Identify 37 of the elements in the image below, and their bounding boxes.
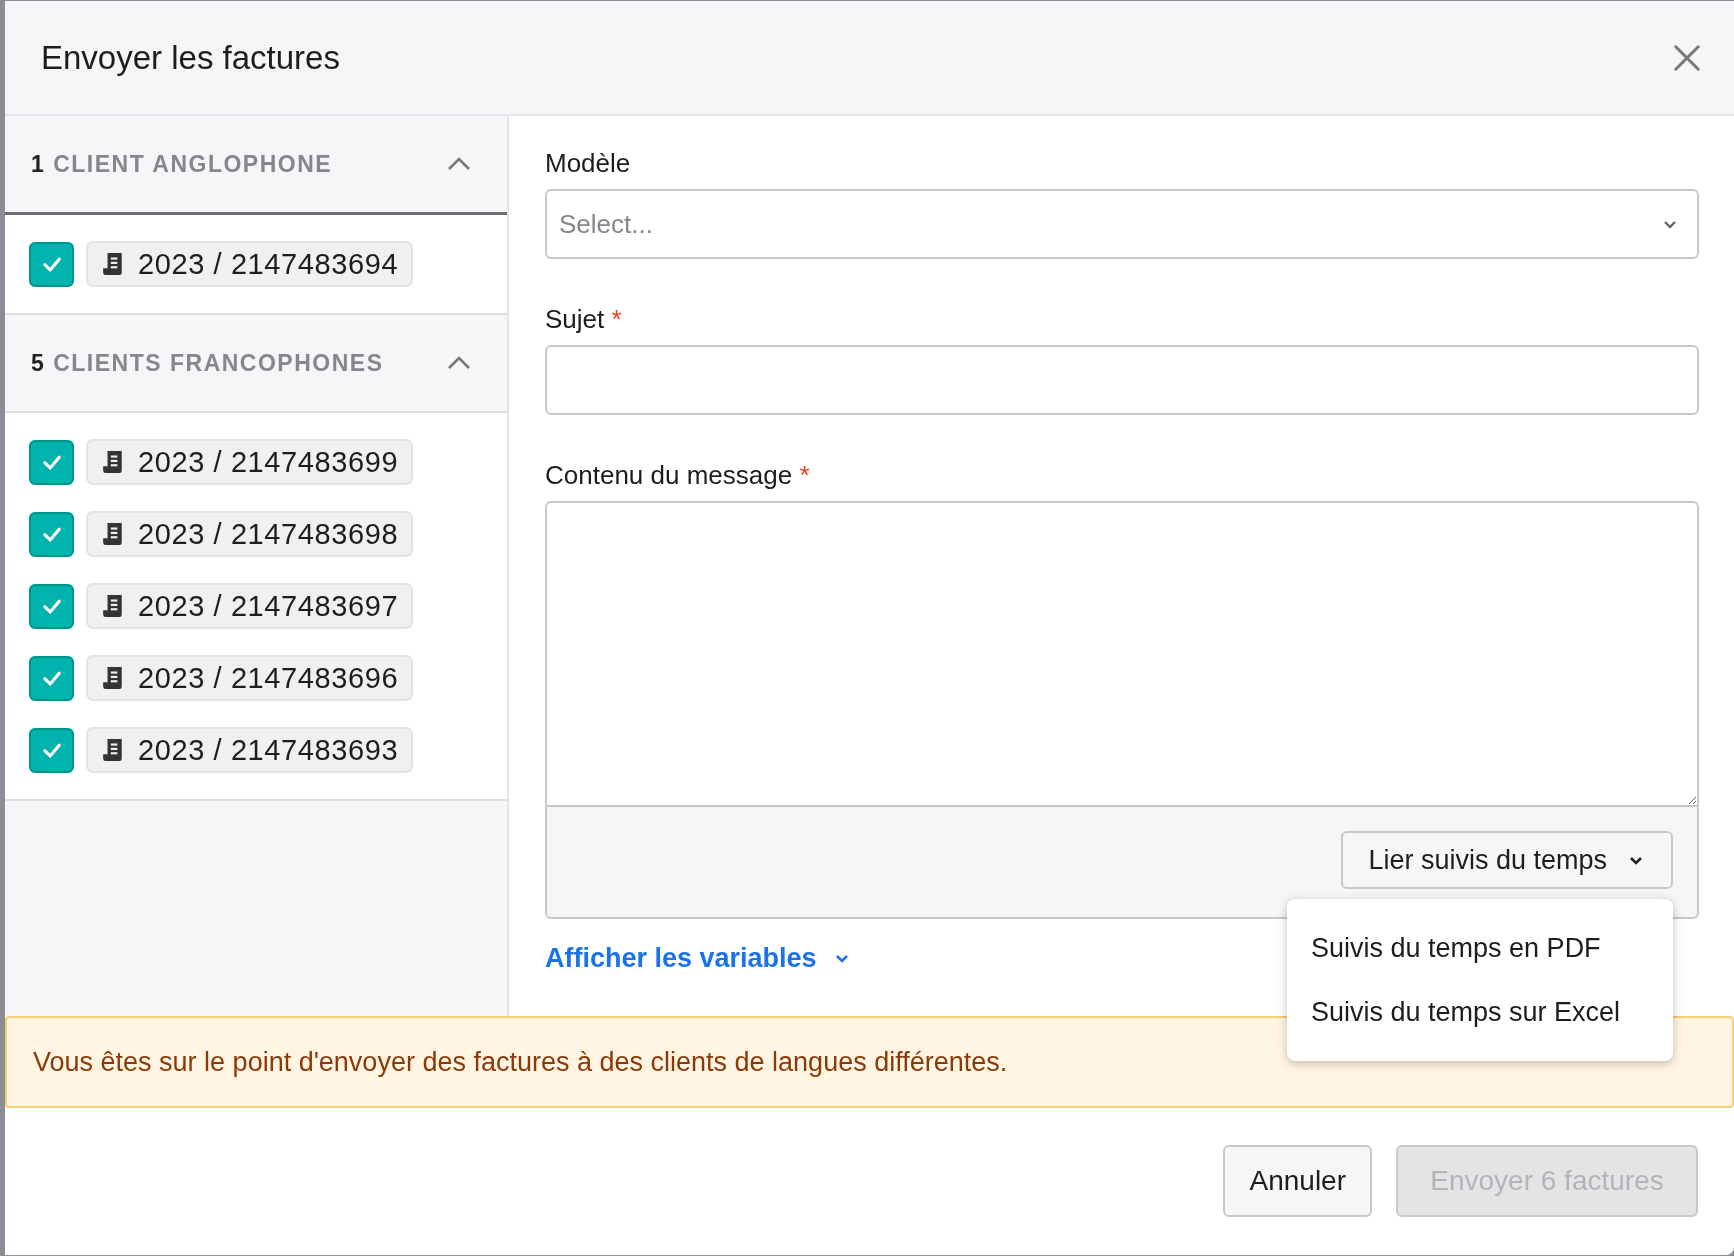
- checkbox[interactable]: [29, 727, 74, 773]
- field-label: Modèle: [545, 148, 632, 179]
- checkbox[interactable]: [29, 241, 74, 287]
- template-select[interactable]: Select...: [545, 189, 1699, 259]
- invoice-tag[interactable]: 2023 / 2147483699: [86, 439, 414, 485]
- chevron-up-icon: [447, 356, 471, 370]
- document-icon: [102, 666, 124, 690]
- invoice-tag[interactable]: 2023 / 2147483696: [86, 655, 414, 701]
- chevron-down-icon: [1663, 219, 1677, 229]
- invoice-tag[interactable]: 2023 / 2147483693: [86, 727, 414, 773]
- document-icon: [102, 594, 124, 618]
- checkbox[interactable]: [29, 439, 74, 485]
- message-field[interactable]: [545, 501, 1699, 807]
- show-variables-link[interactable]: Afficher les variables: [545, 943, 849, 974]
- attach-timesheets-button[interactable]: Lier suivis du temps: [1341, 831, 1673, 889]
- dialog-title: Envoyer les factures: [41, 38, 340, 77]
- checkbox[interactable]: [29, 583, 74, 629]
- document-icon: [102, 738, 124, 762]
- checkbox[interactable]: [29, 655, 74, 701]
- chevron-up-icon: [447, 157, 471, 171]
- document-icon: [102, 450, 124, 474]
- chevron-down-icon: [1629, 855, 1643, 865]
- group-title: 5 CLIENTS FRANCOPHONES: [31, 349, 384, 377]
- field-label: Sujet *: [545, 304, 623, 335]
- chevron-down-icon: [834, 954, 849, 963]
- invoice-tag[interactable]: 2023 / 2147483694: [86, 241, 414, 287]
- document-icon: [102, 252, 124, 276]
- close-icon: [1672, 42, 1702, 73]
- group-title: 1 CLIENT ANGLOPHONE: [31, 150, 333, 178]
- field-label: Contenu du message *: [545, 460, 811, 491]
- checkbox[interactable]: [29, 511, 74, 557]
- menu-item[interactable]: Suivis du temps en PDF: [1287, 917, 1673, 981]
- subject-field[interactable]: [545, 345, 1699, 415]
- document-icon: [102, 522, 124, 546]
- cancel-button[interactable]: Annuler: [1223, 1145, 1372, 1217]
- invoice-tag[interactable]: 2023 / 2147483698: [86, 511, 414, 557]
- invoice-tag[interactable]: 2023 / 2147483697: [86, 583, 414, 629]
